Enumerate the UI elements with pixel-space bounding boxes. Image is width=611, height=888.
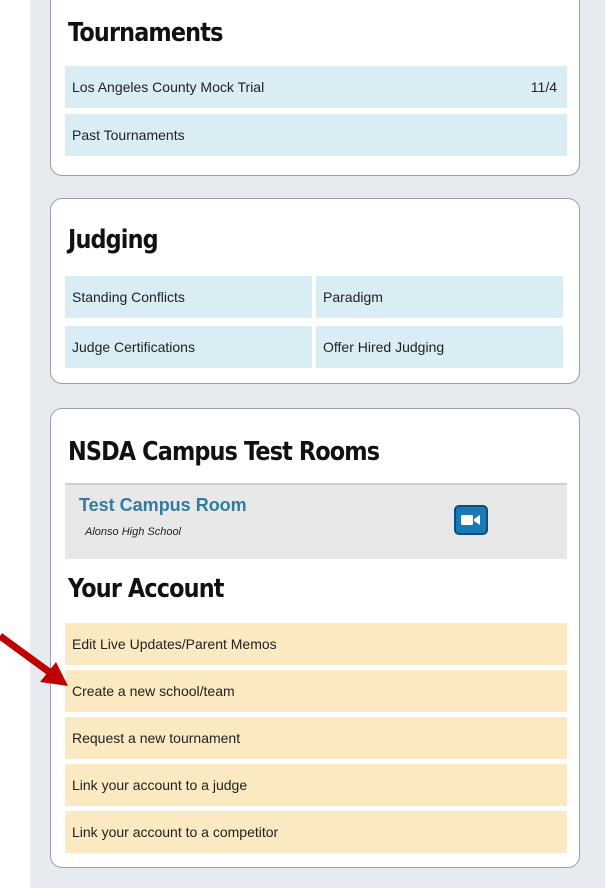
- create-school-team-link[interactable]: Create a new school/team: [65, 670, 567, 712]
- request-tournament-link[interactable]: Request a new tournament: [65, 717, 567, 759]
- tournament-date: 11/4: [530, 79, 557, 95]
- link-judge-link[interactable]: Link your account to a judge: [65, 764, 567, 806]
- edit-live-updates-link[interactable]: Edit Live Updates/Parent Memos: [65, 623, 567, 665]
- annotation-arrow-icon: [0, 633, 68, 686]
- join-room-button[interactable]: [454, 505, 488, 535]
- edit-live-updates-label: Edit Live Updates/Parent Memos: [72, 636, 277, 652]
- paradigm-link[interactable]: Paradigm: [316, 276, 563, 318]
- judging-title: Judging: [68, 225, 159, 255]
- campus-room-panel: Test Campus Room Alonso High School: [65, 483, 567, 559]
- campus-school-name: Alonso High School: [85, 526, 182, 538]
- create-school-team-label: Create a new school/team: [72, 683, 235, 699]
- link-judge-label: Link your account to a judge: [72, 777, 248, 793]
- standing-conflicts-link[interactable]: Standing Conflicts: [65, 276, 312, 318]
- judging-card: Judging Standing Conflicts Paradigm Judg…: [50, 198, 580, 384]
- campus-room-link[interactable]: Test Campus Room: [79, 495, 247, 516]
- standing-conflicts-label: Standing Conflicts: [72, 289, 185, 305]
- campus-account-card: NSDA Campus Test Rooms Test Campus Room …: [50, 408, 580, 868]
- link-competitor-label: Link your account to a competitor: [72, 824, 279, 840]
- campus-title: NSDA Campus Test Rooms: [68, 437, 380, 467]
- paradigm-label: Paradigm: [323, 289, 383, 305]
- past-tournaments-label: Past Tournaments: [72, 127, 185, 143]
- offer-hired-judging-link[interactable]: Offer Hired Judging: [316, 326, 563, 368]
- right-margin: [605, 0, 611, 888]
- link-competitor-link[interactable]: Link your account to a competitor: [65, 811, 567, 853]
- video-camera-icon: [461, 515, 480, 525]
- judge-certifications-label: Judge Certifications: [72, 339, 195, 355]
- offer-hired-judging-label: Offer Hired Judging: [323, 339, 445, 355]
- tournament-name: Los Angeles County Mock Trial: [72, 79, 265, 95]
- tournaments-title: Tournaments: [68, 18, 223, 48]
- tournament-item-la-county[interactable]: Los Angeles County Mock Trial 11/4: [65, 66, 567, 108]
- past-tournaments-link[interactable]: Past Tournaments: [65, 114, 567, 156]
- tournaments-card: Tournaments Los Angeles County Mock Tria…: [50, 0, 580, 176]
- request-tournament-label: Request a new tournament: [72, 730, 241, 746]
- account-title: Your Account: [68, 574, 224, 604]
- judge-certifications-link[interactable]: Judge Certifications: [65, 326, 312, 368]
